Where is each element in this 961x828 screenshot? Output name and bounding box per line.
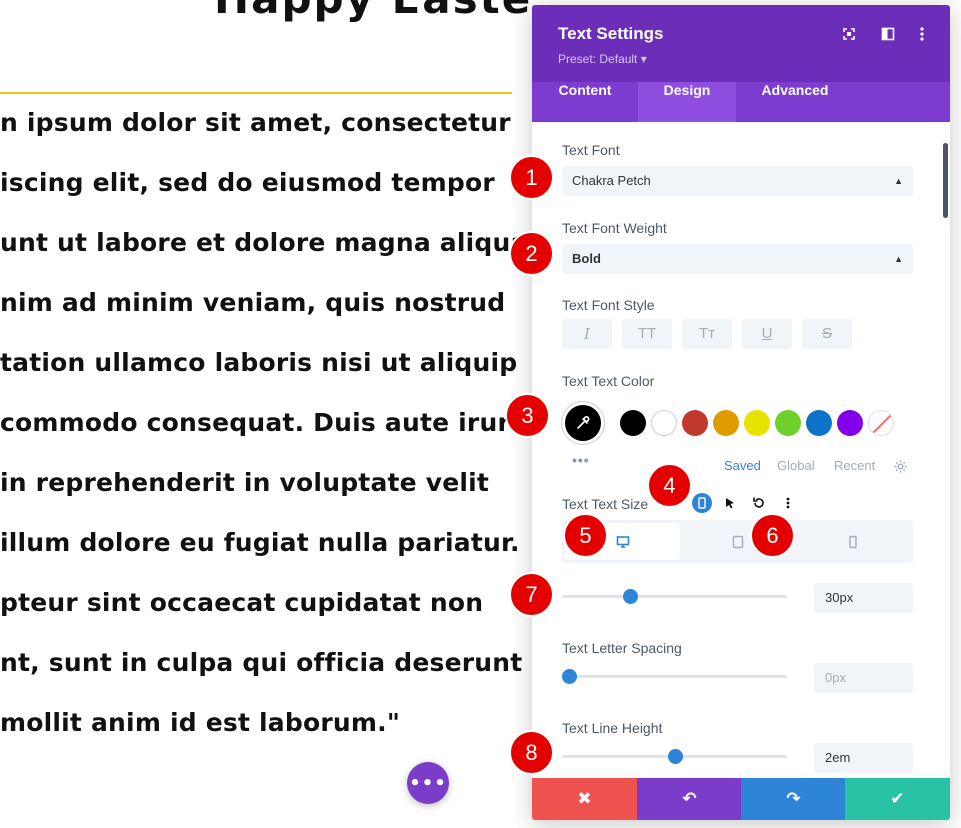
text-font-weight-label: Text Font Weight bbox=[562, 220, 667, 236]
text-font-style-label: Text Font Style bbox=[562, 297, 655, 313]
color-swatch-red[interactable] bbox=[682, 410, 708, 436]
text-font-weight-value: Bold bbox=[572, 251, 601, 266]
settings-body: Text Font Chakra Petch ▲ Text Font Weigh… bbox=[532, 122, 950, 778]
color-swatch-orange[interactable] bbox=[713, 410, 739, 436]
italic-button[interactable]: I bbox=[562, 319, 612, 349]
letter-spacing-slider-handle[interactable] bbox=[561, 669, 577, 684]
preset-dropdown[interactable]: Preset: Default ▾ bbox=[558, 52, 647, 66]
line-height-input[interactable]: 2em bbox=[814, 743, 913, 773]
line-height-slider[interactable] bbox=[562, 749, 787, 764]
text-font-value: Chakra Petch bbox=[572, 173, 651, 188]
kebab-menu-icon[interactable] bbox=[913, 25, 931, 43]
body-text-line[interactable]: nim ad minim veniam, quis nostrud bbox=[0, 288, 505, 317]
letter-spacing-slider[interactable] bbox=[561, 669, 787, 684]
color-picker-button[interactable] bbox=[562, 402, 604, 444]
phone-icon bbox=[848, 535, 857, 548]
text-font-weight-select[interactable]: Bold ▲ bbox=[562, 244, 913, 274]
body-text-line[interactable]: pteur sint occaecat cupidatat non bbox=[0, 588, 483, 617]
color-swatch-black[interactable] bbox=[620, 410, 646, 436]
desktop-icon bbox=[616, 535, 629, 548]
underline-button[interactable]: U bbox=[742, 319, 792, 349]
field-options-icon[interactable] bbox=[778, 493, 798, 513]
body-text-line[interactable]: mollit anim id est laborum." bbox=[0, 708, 400, 737]
text-size-label: Text Text Size bbox=[562, 496, 649, 512]
device-tabs bbox=[562, 520, 913, 563]
reset-icon[interactable] bbox=[749, 493, 769, 513]
line-height-label: Text Line Height bbox=[562, 720, 663, 736]
page-canvas: Happy Easter n ipsum dolor sit amet, con… bbox=[0, 0, 532, 828]
fullscreen-icon[interactable] bbox=[840, 25, 858, 43]
more-colors-icon[interactable]: ••• bbox=[572, 452, 590, 468]
no-color-swatch[interactable] bbox=[868, 410, 894, 436]
body-text-line[interactable]: n ipsum dolor sit amet, consectetur bbox=[0, 108, 511, 137]
capitalize-button[interactable]: Tт bbox=[682, 319, 732, 349]
text-size-slider[interactable] bbox=[562, 589, 787, 604]
body-text-line[interactable]: tation ullamco laboris nisi ut aliquip bbox=[0, 348, 517, 377]
color-swatch-purple[interactable] bbox=[837, 410, 863, 436]
tab-advanced[interactable]: Advanced bbox=[736, 82, 854, 122]
step-badge: 5 bbox=[563, 513, 608, 558]
responsive-toggle-icon[interactable] bbox=[692, 493, 712, 513]
text-font-label: Text Font bbox=[562, 142, 620, 158]
letter-spacing-label: Text Letter Spacing bbox=[562, 640, 682, 656]
color-swatch-blue[interactable] bbox=[806, 410, 832, 436]
undo-button[interactable]: ↶ bbox=[637, 778, 742, 820]
step-badge: 4 bbox=[647, 463, 692, 508]
body-text-line[interactable]: in reprehenderit in voluptate velit bbox=[0, 468, 489, 497]
text-color-label: Text Text Color bbox=[562, 373, 655, 389]
step-badge: 7 bbox=[509, 572, 554, 617]
text-size-input[interactable]: 30px bbox=[814, 583, 913, 613]
text-settings-panel: Text Settings Preset: Default ▾ Content … bbox=[532, 5, 950, 820]
tablet-icon bbox=[732, 535, 743, 548]
color-swatch-green[interactable] bbox=[775, 410, 801, 436]
palette-tab-saved[interactable]: Saved bbox=[724, 458, 761, 473]
palette-tab-recent[interactable]: Recent bbox=[834, 458, 875, 473]
body-text-line[interactable]: commodo consequat. Duis aute irure bbox=[0, 408, 527, 437]
step-badge: 6 bbox=[750, 513, 795, 558]
split-view-icon[interactable] bbox=[879, 25, 897, 43]
page-heading: Happy Easter bbox=[214, 0, 532, 23]
panel-title: Text Settings bbox=[558, 24, 664, 43]
body-text-line[interactable]: unt ut labore et dolore magna aliqua. bbox=[0, 228, 532, 257]
strikethrough-button[interactable]: S bbox=[802, 319, 852, 349]
module-options-button[interactable]: ••• bbox=[407, 762, 449, 804]
panel-header[interactable]: Text Settings Preset: Default ▾ bbox=[532, 5, 950, 82]
palette-tab-global[interactable]: Global bbox=[777, 458, 815, 473]
color-swatch-yellow[interactable] bbox=[744, 410, 770, 436]
color-swatch-white[interactable] bbox=[651, 410, 677, 436]
select-arrows-icon: ▲ bbox=[894, 254, 903, 264]
settings-tabs: Content Design Advanced bbox=[532, 82, 950, 122]
save-button[interactable]: ✔ bbox=[845, 778, 950, 820]
palette-settings-icon[interactable] bbox=[890, 456, 910, 476]
step-badge: 8 bbox=[509, 730, 554, 775]
phone-tab[interactable] bbox=[795, 523, 910, 560]
step-badge: 1 bbox=[509, 155, 554, 200]
body-text-line[interactable]: illum dolore eu fugiat nulla pariatur. bbox=[0, 528, 520, 557]
step-badge: 3 bbox=[505, 393, 550, 438]
line-height-slider-handle[interactable] bbox=[667, 749, 683, 764]
redo-button[interactable]: ↷ bbox=[741, 778, 846, 820]
heading-divider bbox=[0, 92, 512, 94]
tab-design[interactable]: Design bbox=[638, 82, 736, 122]
body-text-line[interactable]: iscing elit, sed do eiusmod tempor bbox=[0, 168, 495, 197]
discard-button[interactable]: ✖ bbox=[532, 778, 637, 820]
body-text-line[interactable]: nt, sunt in culpa qui officia deserunt bbox=[0, 648, 522, 677]
tab-content[interactable]: Content bbox=[532, 82, 638, 122]
uppercase-button[interactable]: TT bbox=[622, 319, 672, 349]
select-arrows-icon: ▲ bbox=[894, 176, 903, 186]
panel-scrollbar[interactable] bbox=[943, 143, 948, 218]
panel-footer: ✖ ↶ ↷ ✔ bbox=[532, 778, 950, 820]
step-badge: 2 bbox=[509, 231, 554, 276]
text-size-slider-handle[interactable] bbox=[622, 589, 638, 604]
text-font-select[interactable]: Chakra Petch ▲ bbox=[562, 166, 913, 196]
letter-spacing-input[interactable]: 0px bbox=[814, 663, 913, 693]
hover-cursor-icon[interactable] bbox=[720, 493, 740, 513]
eyedropper-icon bbox=[577, 416, 590, 429]
